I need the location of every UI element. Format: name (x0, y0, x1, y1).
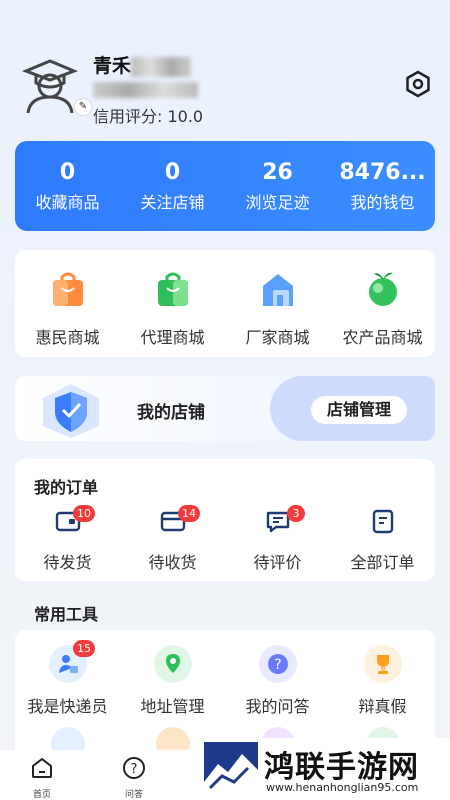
question-icon: ? (258, 645, 297, 683)
order-badge: 3 (287, 505, 305, 522)
watermark-logo-icon (204, 742, 258, 796)
orders-title: 我的订单 (34, 478, 99, 497)
username: 青禾 (93, 51, 192, 78)
trophy-icon (363, 645, 402, 683)
watermark: 鸿联手游网 www.henanhonglian95.com (200, 738, 450, 800)
my-shop-banner[interactable]: 我的店铺 店铺管理 (15, 376, 435, 441)
mall-factory[interactable]: 厂家商城 (225, 250, 330, 357)
orders-section: 我的订单 10 待发货 14 待收货 3 待评价 全部订单 (15, 459, 435, 581)
tools-section: 15 我是快递员 地址管理 ? 我的问答 辩真假 (15, 630, 435, 761)
edit-avatar-icon[interactable]: ✎ (74, 98, 92, 116)
tab-home[interactable]: 首页 (22, 756, 62, 800)
shopping-bag-orange-icon (52, 272, 83, 306)
mall-shortcuts: 惠民商城 代理商城 厂家商城 农产品商城 (15, 250, 435, 357)
order-to-review[interactable]: 3 待评价 (225, 505, 330, 573)
tool-badge: 15 (73, 640, 95, 657)
avatar[interactable] (20, 53, 80, 115)
shopping-bag-green-icon (157, 272, 188, 306)
help-circle-icon: ? (123, 757, 145, 779)
tools-title: 常用工具 (34, 605, 99, 624)
stat-favorites[interactable]: 0 收藏商品 (15, 141, 120, 231)
tool-courier[interactable]: 15 我是快递员 (15, 640, 120, 717)
shop-manage-button[interactable]: 店铺管理 (311, 396, 407, 424)
watermark-title: 鸿联手游网 (264, 750, 419, 785)
order-to-receive[interactable]: 14 待收货 (120, 505, 225, 573)
stat-history[interactable]: 26 浏览足迹 (225, 141, 330, 231)
my-shop-title: 我的店铺 (137, 403, 205, 423)
order-badge: 10 (73, 505, 95, 522)
location-pin-icon (153, 645, 192, 683)
document-icon (372, 509, 393, 534)
phone-number (93, 80, 209, 98)
settings-icon[interactable] (404, 70, 432, 98)
mall-huimin[interactable]: 惠民商城 (15, 250, 120, 357)
order-badge: 14 (178, 505, 200, 522)
watermark-url: www.henanhonglian95.com (266, 781, 419, 794)
svg-text:?: ? (274, 657, 281, 673)
tab-qa[interactable]: ? 问答 (114, 756, 154, 800)
mall-agricultural[interactable]: 农产品商城 (330, 250, 435, 357)
tool-address[interactable]: 地址管理 (120, 645, 225, 717)
vegetable-icon (368, 272, 397, 306)
order-all[interactable]: 全部订单 (330, 507, 435, 573)
svg-text:?: ? (131, 762, 138, 777)
credit-score: 信用评分: 10.0 (93, 107, 204, 126)
mall-agent[interactable]: 代理商城 (120, 250, 225, 357)
stat-followed-shops[interactable]: 0 关注店铺 (120, 141, 225, 231)
factory-house-icon (262, 274, 293, 306)
profile-header: ✎ 青禾 信用评分: 10.0 (18, 45, 438, 130)
stat-wallet[interactable]: 8476... 我的钱包 (330, 141, 435, 231)
tool-authenticate[interactable]: 辩真假 (330, 645, 435, 717)
shop-shield-icon (43, 384, 99, 438)
home-icon (32, 758, 52, 778)
tool-my-qa[interactable]: ? 我的问答 (225, 645, 330, 717)
order-to-ship[interactable]: 10 待发货 (15, 505, 120, 573)
stats-bar: 0 收藏商品 0 关注店铺 26 浏览足迹 8476... 我的钱包 (15, 141, 435, 231)
